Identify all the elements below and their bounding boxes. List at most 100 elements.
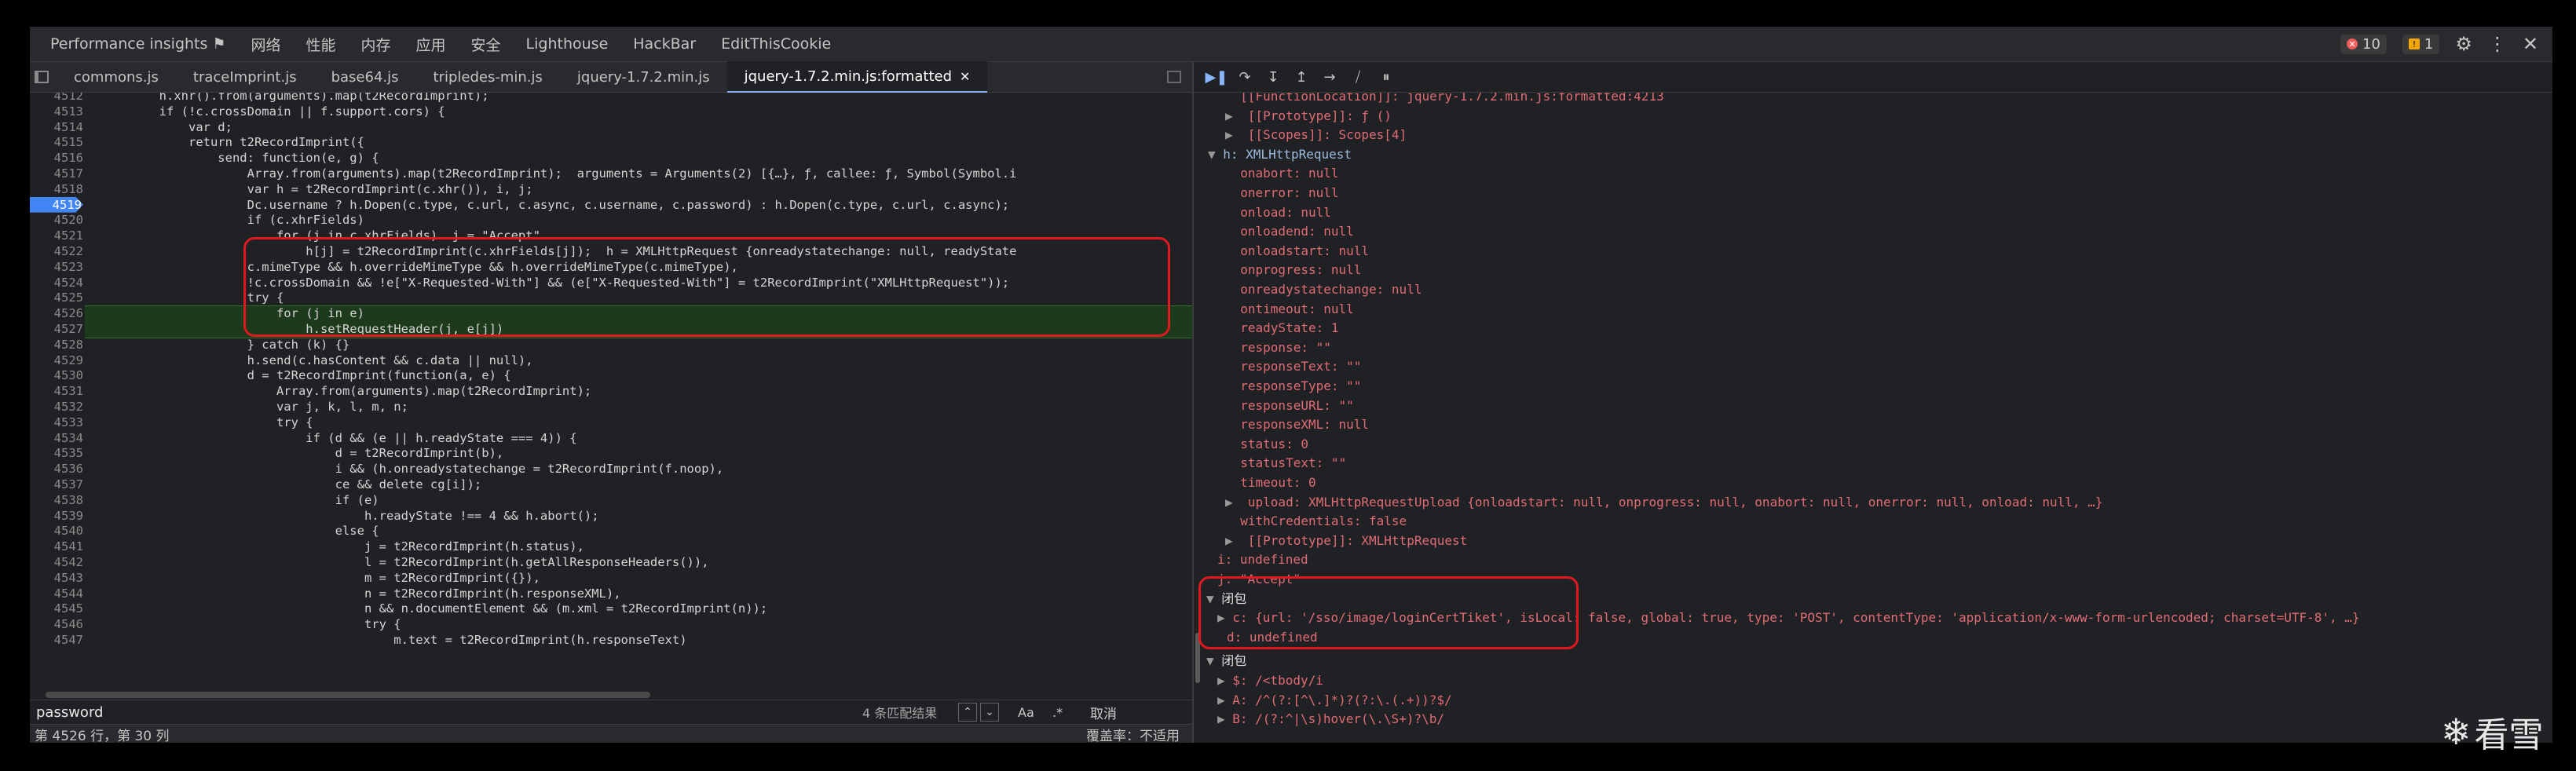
file-tab[interactable]: traceImprint.js (176, 62, 314, 92)
step-over-icon[interactable]: ↷ (1235, 67, 1255, 87)
step-into-icon[interactable]: ↧ (1263, 67, 1283, 87)
devtools-tab[interactable]: 应用 (404, 34, 459, 55)
code-line[interactable]: d = t2RecordImprint(b), (101, 445, 504, 461)
file-tab[interactable]: base64.js (314, 62, 416, 92)
code-line[interactable]: if (!c.crossDomain || f.support.cors) { (101, 104, 445, 119)
code-line[interactable]: Array.from(arguments).map(t2RecordImprin… (101, 166, 1017, 181)
file-tab[interactable]: tripledes-min.js (416, 62, 560, 92)
code-line[interactable]: try { (101, 415, 313, 430)
step-icon[interactable]: → (1319, 67, 1340, 87)
line-number[interactable]: 4537 (30, 477, 83, 492)
scope-property[interactable]: timeout: 0 (1225, 474, 1315, 491)
expand-triangle-icon[interactable]: ▼ (1206, 653, 1221, 668)
devtools-tab[interactable]: HackBar (620, 35, 708, 53)
close-tab-icon[interactable]: ✕ (960, 69, 970, 84)
scope-property[interactable]: responseURL: "" (1225, 397, 1354, 415)
scope-property[interactable]: onabort: null (1225, 165, 1338, 182)
code-line[interactable]: Dc.username ? h.Dopen(c.type, c.url, c.a… (101, 197, 1010, 213)
code-line[interactable]: var h = t2RecordImprint(c.xhr()), i, j; (101, 181, 533, 197)
line-number[interactable]: 4542 (30, 554, 83, 570)
line-number[interactable]: 4543 (30, 570, 83, 586)
breakpoint-line-number[interactable]: 4519 (30, 196, 83, 213)
scope-property[interactable]: statusText: "" (1225, 455, 1346, 472)
line-number[interactable]: 4515 (30, 134, 83, 150)
line-number[interactable]: 4520 (30, 212, 83, 228)
expand-triangle-icon[interactable]: ▼ (1208, 147, 1223, 162)
line-number[interactable]: 4538 (30, 492, 83, 508)
line-number[interactable]: 4516 (30, 150, 83, 166)
code-line[interactable]: var j, k, l, m, n; (101, 399, 408, 415)
devtools-tab[interactable]: 安全 (459, 34, 514, 55)
line-number[interactable]: 4540 (30, 523, 83, 539)
code-line[interactable]: n && n.documentElement && (m.xml = t2Rec… (101, 601, 767, 616)
line-number[interactable]: 4532 (30, 399, 83, 415)
scope-property[interactable]: onloadstart: null (1225, 243, 1369, 260)
devtools-tab[interactable]: Lighthouse (514, 35, 621, 53)
expand-triangle-icon[interactable]: ▶ (1225, 108, 1240, 123)
code-editor[interactable]: 4512 h.xhr().from(arguments).map(t2Recor… (30, 93, 1192, 660)
scope-property[interactable]: ▶ [[Prototype]]: ƒ () (1225, 108, 1392, 125)
line-number[interactable]: 4535 (30, 445, 83, 461)
file-tab[interactable]: jquery-1.7.2.min.js:formatted ✕ (726, 61, 988, 93)
more-menu-icon[interactable]: ⋮ (2488, 33, 2507, 55)
search-cancel-button[interactable]: 取消 (1090, 703, 1117, 722)
closure-property[interactable]: ▶ A: /^(?:[^\.]*)?(?:\.(.+))?$/ (1217, 692, 1452, 709)
scope-property[interactable]: onprogress: null (1225, 261, 1361, 279)
line-number[interactable]: 4521 (30, 228, 83, 243)
scope-property[interactable]: status: 0 (1225, 436, 1308, 453)
close-icon[interactable]: ✕ (2523, 33, 2538, 55)
code-line[interactable]: h.readyState !== 4 && h.abort(); (101, 508, 599, 524)
expand-triangle-icon[interactable]: ▶ (1217, 692, 1232, 707)
scope-property[interactable]: [[FunctionLocation]]: jquery-1.7.2.min.j… (1225, 93, 1663, 105)
line-number[interactable]: 4527 (30, 321, 83, 337)
file-tab[interactable]: jquery-1.7.2.min.js (560, 62, 727, 92)
line-number[interactable]: 4524 (30, 275, 83, 290)
code-line[interactable]: if (c.xhrFields) (101, 212, 364, 228)
scope-property[interactable]: ▶ upload: XMLHttpRequestUpload {onloadst… (1225, 494, 2102, 511)
toggle-debugger-icon[interactable] (1167, 71, 1181, 83)
devtools-tab[interactable]: EditThisCookie (708, 35, 843, 53)
scope-property[interactable]: onloadend: null (1225, 223, 1354, 240)
code-line[interactable]: m = t2RecordImprint({}), (101, 570, 540, 586)
closure-property[interactable]: ▶ B: /(?:^|\s)hover(\.\S+)?\b/ (1217, 711, 1444, 728)
deactivate-breakpoints-icon[interactable]: ⧸ (1348, 67, 1368, 87)
line-number[interactable]: 4539 (30, 508, 83, 524)
code-line[interactable]: j = t2RecordImprint(h.status), (101, 539, 584, 554)
match-case-button[interactable]: Aa (1018, 705, 1034, 720)
closure-property[interactable]: ▶ $: /<tbody/i (1217, 672, 1323, 689)
search-next-button[interactable]: ⌄ (980, 703, 999, 722)
code-line[interactable]: i && (h.onreadystatechange = t2RecordImp… (101, 461, 724, 477)
line-number[interactable]: 4545 (30, 601, 83, 616)
line-number[interactable]: 4541 (30, 539, 83, 554)
code-line[interactable]: ce && delete cg[i]); (101, 477, 482, 492)
scope-property[interactable]: ▶ [[Prototype]]: XMLHttpRequest (1225, 532, 1467, 550)
line-number[interactable]: 4523 (30, 259, 83, 275)
closure-section-header[interactable]: ▼ 闭包 (1206, 652, 1246, 670)
line-number[interactable]: 4533 (30, 415, 83, 430)
line-number[interactable]: 4514 (30, 119, 83, 135)
code-line[interactable]: return t2RecordImprint({ (101, 134, 364, 150)
line-number[interactable]: 4529 (30, 353, 83, 368)
scope-property[interactable]: onreadystatechange: null (1225, 281, 1422, 298)
step-out-icon[interactable]: ↥ (1291, 67, 1312, 87)
code-line[interactable]: h.xhr().from(arguments).map(t2RecordImpr… (101, 93, 489, 104)
code-line[interactable]: try { (101, 616, 401, 632)
line-number[interactable]: 4534 (30, 430, 83, 446)
line-number[interactable]: 4547 (30, 632, 83, 648)
code-line[interactable]: var d; (101, 119, 232, 135)
line-number[interactable]: 4522 (30, 243, 83, 259)
scope-property[interactable]: response: "" (1225, 339, 1331, 356)
devtools-tab[interactable]: Performance insights ⚑ (30, 35, 238, 53)
scope-property[interactable]: onload: null (1225, 204, 1331, 221)
line-number[interactable]: 4518 (30, 181, 83, 197)
devtools-tab[interactable]: 性能 (293, 34, 348, 55)
search-input[interactable]: password (36, 704, 103, 721)
code-line[interactable]: if (d && (e || h.readyState === 4)) { (101, 430, 576, 446)
scope-property[interactable]: responseType: "" (1225, 378, 1361, 395)
line-number[interactable]: 4513 (30, 104, 83, 119)
expand-triangle-icon[interactable]: ▶ (1225, 495, 1240, 510)
expand-triangle-icon[interactable]: ▶ (1217, 711, 1232, 726)
line-number[interactable]: 4531 (30, 383, 83, 399)
scope-property[interactable]: responseXML: null (1225, 416, 1369, 433)
code-line[interactable]: l = t2RecordImprint(h.getAllResponseHead… (101, 554, 709, 570)
